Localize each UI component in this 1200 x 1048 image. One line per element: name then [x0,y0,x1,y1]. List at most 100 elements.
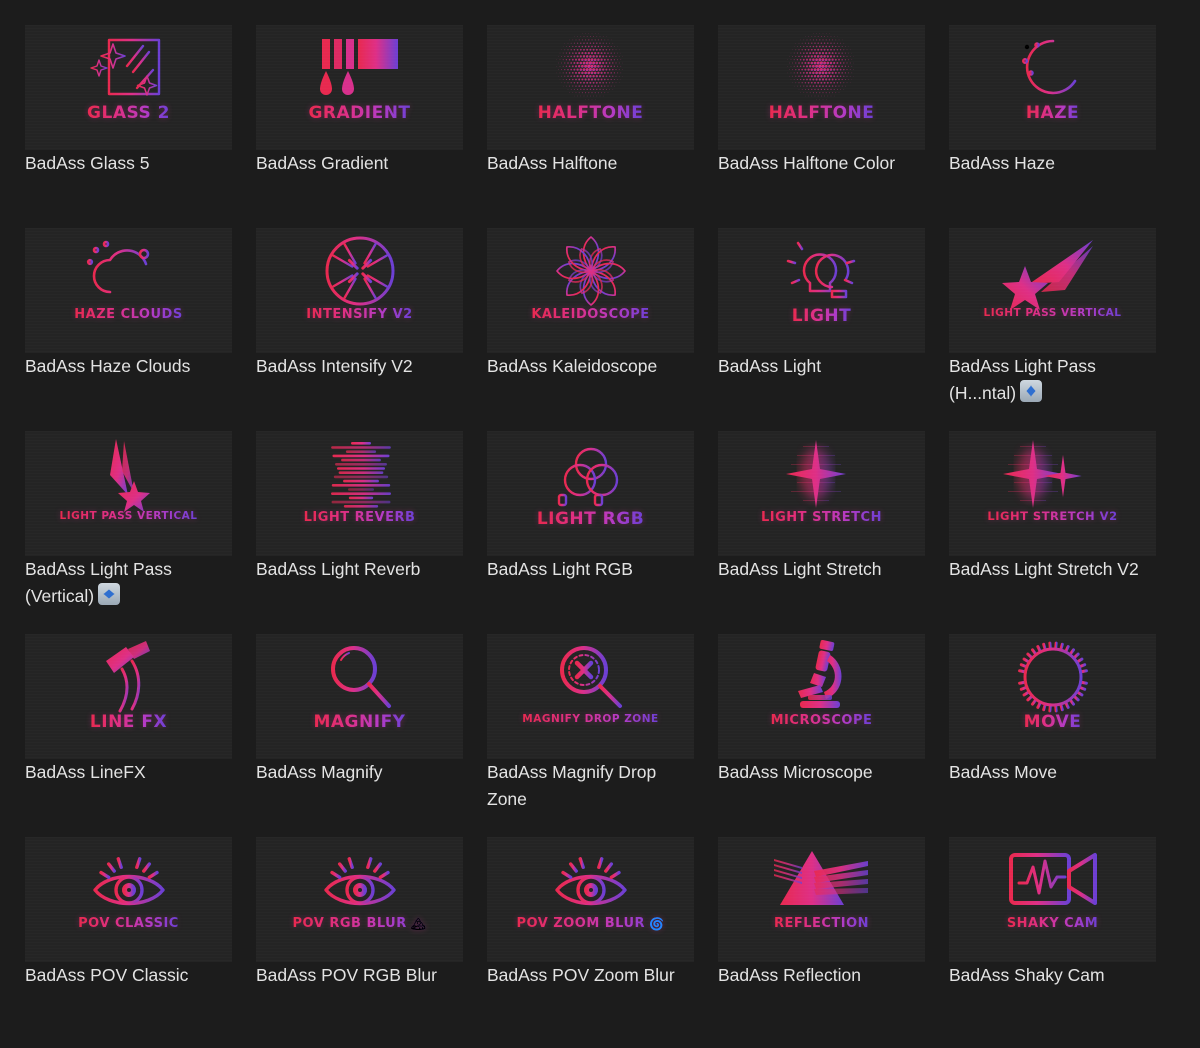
effect-wordmark: HAZE CLOUDS [74,307,183,322]
effect-thumbnail[interactable]: REFLECTION [718,837,925,962]
effect-caption: BadAss Light Stretch V2 [949,559,1139,579]
effect-caption-wrap: BadAss Microscope [718,759,925,786]
effect-thumbnail[interactable]: LIGHT REVERB [256,431,463,556]
effect-thumbnail[interactable]: MAGNIFY [256,634,463,759]
effect-caption: BadAss Move [949,762,1057,782]
effect-thumbnail[interactable]: MOVE [949,634,1156,759]
effect-caption-wrap: BadAss Reflection [718,962,925,989]
effect-thumbnail[interactable]: HALFTONE [487,25,694,150]
effect-thumbnail[interactable]: LIGHT PASS VERTICAL [949,228,1156,353]
effect-wordmark: LIGHT STRETCH V2 [987,509,1118,523]
effect-card[interactable]: REFLECTION BadAss Reflection [718,837,925,1040]
effect-thumbnail[interactable]: SHAKY CAM [949,837,1156,962]
effect-card[interactable]: HALFTONE BadAss Halftone Color [718,25,925,228]
effect-thumbnail[interactable]: INTENSIFY V2 [256,228,463,353]
effect-caption-wrap: BadAss Halftone Color [718,150,925,177]
effect-thumbnail[interactable]: LIGHT STRETCH V2 [949,431,1156,556]
effect-wordmark: POV RGB BLUR 🏔 [292,916,427,931]
wordmark-glyph: 🏔 [410,916,427,931]
effect-card[interactable]: LIGHT RGB BadAss Light RGB [487,431,694,634]
effect-card[interactable]: INTENSIFY V2 BadAss Intensify V2 [256,228,463,431]
effect-thumbnail[interactable]: POV ZOOM BLUR 🌀 [487,837,694,962]
effect-thumbnail[interactable]: GLASS 2 [25,25,232,150]
effect-thumbnail[interactable]: POV CLASSIC [25,837,232,962]
effect-wordmark: GLASS 2 [87,103,170,123]
effect-wordmark: POV CLASSIC [78,916,179,931]
effect-card[interactable]: KALEIDOSCOPE BadAss Kaleidoscope [487,228,694,431]
effect-card[interactable]: POV CLASSIC BadAss POV Classic [25,837,232,1040]
effect-card[interactable]: HAZE CLOUDS BadAss Haze Clouds [25,228,232,431]
effect-thumbnail[interactable]: HALFTONE [718,25,925,150]
effect-wordmark: MICROSCOPE [770,713,873,728]
effect-caption: BadAss Light Stretch [718,559,882,579]
effect-card[interactable]: HAZE BadAss Haze [949,25,1156,228]
effect-card[interactable]: LIGHT REVERB BadAss Light Reverb [256,431,463,634]
effect-card[interactable]: POV RGB BLUR 🏔 BadAss POV RGB Blur [256,837,463,1040]
effect-card[interactable]: MAGNIFY DROP ZONE BadAss Magnify Drop Zo… [487,634,694,837]
effect-card[interactable]: LIGHT STRETCH V2 BadAss Light Stretch V2 [949,431,1156,634]
effect-card[interactable]: SHAKY CAM BadAss Shaky Cam [949,837,1156,1040]
reflection-prism-icon [718,837,925,917]
effect-thumbnail[interactable]: LIGHT [718,228,925,353]
effect-card[interactable]: MOVE BadAss Move [949,634,1156,837]
effect-caption-wrap: BadAss Glass 5 [25,150,232,177]
effect-caption-wrap: BadAss POV Classic [25,962,232,989]
effect-caption-wrap: BadAss Light Pass (Vertical) [25,556,232,610]
effect-thumbnail[interactable]: GRADIENT [256,25,463,150]
light-stretch-v2-icon [949,431,1156,511]
effect-thumbnail[interactable]: KALEIDOSCOPE [487,228,694,353]
gradient-swatch-icon [256,25,463,105]
effect-wordmark: LIGHT REVERB [303,510,416,525]
effect-caption: BadAss Light RGB [487,559,633,579]
effect-thumbnail[interactable]: MAGNIFY DROP ZONE [487,634,694,759]
effect-thumbnail[interactable]: LINE FX [25,634,232,759]
move-gear-arrows-icon [949,634,1156,714]
effect-caption-wrap: BadAss Light Stretch V2 [949,556,1156,583]
effect-card[interactable]: LIGHT PASS VERTICAL BadAss Light Pass (V… [25,431,232,634]
effect-thumbnail[interactable]: HAZE [949,25,1156,150]
effect-caption: BadAss Magnify [256,762,383,782]
effect-caption: BadAss LineFX [25,762,146,782]
effect-card[interactable]: MAGNIFY BadAss Magnify [256,634,463,837]
light-reverb-icon [256,431,463,511]
effect-card[interactable]: POV ZOOM BLUR 🌀 BadAss POV Zoom Blur [487,837,694,1040]
light-stretch-icon [718,431,925,511]
effect-thumbnail[interactable]: POV RGB BLUR 🏔 [256,837,463,962]
effect-thumbnail[interactable]: LIGHT STRETCH [718,431,925,556]
effect-caption: BadAss Haze Clouds [25,356,191,376]
intensify-burst-icon [256,228,463,308]
effect-caption-wrap: BadAss Shaky Cam [949,962,1156,989]
effect-card[interactable]: GRADIENT BadAss Gradient [256,25,463,228]
effect-caption-wrap: BadAss Haze Clouds [25,353,232,380]
effect-card[interactable]: MICROSCOPE BadAss Microscope [718,634,925,837]
halftone-dots-icon [718,25,925,105]
effect-card[interactable]: HALFTONE BadAss Halftone [487,25,694,228]
haze-cloud-icon [25,228,232,308]
effect-thumbnail[interactable]: HAZE CLOUDS [25,228,232,353]
effect-caption-wrap: BadAss Magnify [256,759,463,786]
effect-card[interactable]: LIGHT STRETCH BadAss Light Stretch [718,431,925,634]
effect-caption: BadAss POV Classic [25,965,189,985]
effect-wordmark: HALFTONE [537,103,644,123]
effects-grid: GLASS 2 BadAss Glass 5 GRADIENT BadAss G… [0,0,1200,1040]
effect-wordmark: LINE FX [89,712,168,732]
light-bulb-icon [718,228,925,308]
effect-thumbnail[interactable]: MICROSCOPE [718,634,925,759]
effect-thumbnail[interactable]: LIGHT RGB [487,431,694,556]
effect-wordmark: KALEIDOSCOPE [531,307,650,322]
effect-thumbnail[interactable]: LIGHT PASS VERTICAL [25,431,232,556]
effect-wordmark: REFLECTION [773,916,870,931]
effect-caption-wrap: BadAss Kaleidoscope [487,353,694,380]
effect-caption: BadAss Shaky Cam [949,965,1105,985]
effect-caption-wrap: BadAss Intensify V2 [256,353,463,380]
effect-card[interactable]: LIGHT PASS VERTICAL BadAss Light Pass (H… [949,228,1156,431]
effect-card[interactable]: GLASS 2 BadAss Glass 5 [25,25,232,228]
effect-caption: BadAss Light [718,356,822,376]
effect-caption-wrap: BadAss Light RGB [487,556,694,583]
effect-wordmark: MOVE [1023,712,1082,732]
effect-card[interactable]: LINE FX BadAss LineFX [25,634,232,837]
effect-caption-wrap: BadAss Light Stretch [718,556,925,583]
effect-caption: BadAss Halftone Color [718,153,896,173]
effect-caption-wrap: BadAss POV RGB Blur [256,962,463,989]
effect-card[interactable]: LIGHT BadAss Light [718,228,925,431]
